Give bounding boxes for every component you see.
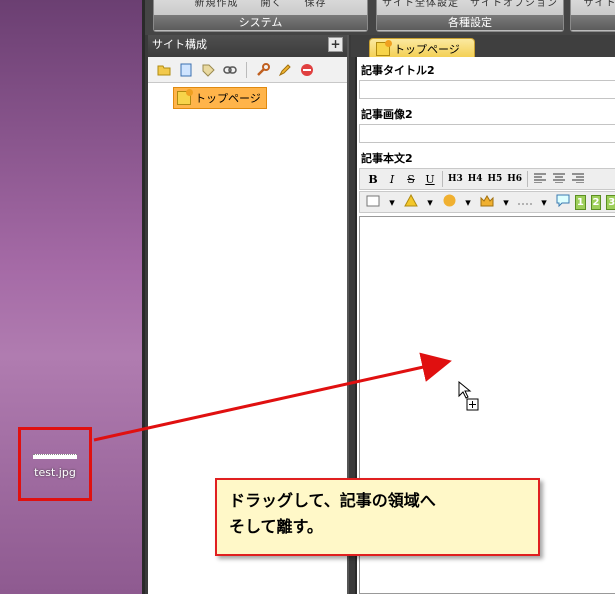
delete-icon[interactable] [299,62,315,78]
add-page-button[interactable]: + [328,37,343,52]
link-icon[interactable] [222,62,238,78]
ribbon-group-site-buttons[interactable]: サイト [571,0,615,9]
pencil-icon[interactable] [277,62,293,78]
bold-button[interactable]: B [366,173,380,186]
tag-icon[interactable] [200,62,216,78]
tab-strip: トップページ [351,35,615,58]
chevron-down-icon[interactable]: ▾ [423,196,437,209]
file-highlight-box[interactable]: test.jpg [18,427,92,501]
field-label-body: 記事本文2 [361,152,413,165]
ribbon-group-settings-buttons[interactable]: サイト全体設定 サイトオプション [377,0,563,9]
page-folder-icon [376,39,392,56]
number-2-button[interactable]: 2 [590,194,602,210]
heading5-button[interactable]: H5 [488,174,503,184]
number-1-button[interactable]: 1 [575,194,586,210]
ribbon-group-site: サイト [570,0,615,32]
site-panel-header: サイト構成 + [148,35,347,57]
dotted-line-icon[interactable] [518,196,534,209]
strikethrough-button[interactable]: S [404,173,418,186]
ribbon-group-system-buttons[interactable]: 新規作成 開く 保存 [154,0,367,9]
align-left-icon[interactable] [533,173,547,186]
site-panel-title: サイト構成 [152,38,207,51]
heading4-button[interactable]: H4 [468,174,483,184]
ribbon-group-site-label [571,15,615,30]
callout-line-2: そして離す。 [229,517,323,536]
tree-item-top-page[interactable]: トップページ [173,87,267,109]
image-file-icon[interactable] [33,454,77,459]
wrench-icon[interactable] [255,62,271,78]
align-center-icon[interactable] [552,173,566,186]
article-title-input[interactable] [359,80,615,99]
toolbar-separator [442,171,443,187]
ribbon: 新規作成 開く 保存 システム サイト全体設定 サイトオプション 各種設定 サイ… [145,0,615,35]
ribbon-group-system: 新規作成 開く 保存 システム [153,0,368,32]
tab-top-page[interactable]: トップページ [369,38,475,58]
ribbon-group-system-label: システム [154,15,367,30]
drag-cursor-icon [458,380,480,411]
speech-bubble-icon[interactable] [556,194,570,210]
italic-button[interactable]: I [385,173,399,186]
instruction-callout: ドラッグして、記事の領域へ そして離す。 [215,478,540,556]
file-name-label[interactable]: test.jpg [21,466,89,479]
underline-button[interactable]: U [423,173,437,186]
crown-icon[interactable] [480,194,494,210]
field-label-image: 記事画像2 [361,108,413,121]
desktop: test.jpg [0,0,142,594]
tree-item-label: トップページ [195,92,261,105]
ribbon-group-settings-label: 各種設定 [377,15,563,30]
box-icon[interactable] [366,195,380,210]
ribbon-group-settings: サイト全体設定 サイトオプション 各種設定 [376,0,564,32]
number-3-button[interactable]: 3 [606,194,615,210]
page-folder-icon [177,89,193,105]
warning-icon[interactable] [404,193,418,210]
tab-label: トップページ [394,42,460,56]
folder-icon[interactable] [156,62,172,78]
toolbar-separator [246,61,247,78]
article-image-input[interactable] [359,124,615,143]
field-label-title: 記事タイトル2 [361,64,435,77]
heading3-button[interactable]: H3 [448,174,463,184]
heading6-button[interactable]: H6 [507,174,522,184]
site-toolbar [148,57,347,83]
callout-line-1: ドラッグして、記事の領域へ [229,491,436,510]
align-right-icon[interactable] [571,173,585,186]
rich-text-toolbar-1: B I S U H3 H4 H5 H6 [359,168,615,190]
emoji-icon[interactable] [442,194,456,210]
rich-text-toolbar-2: ▾ ▾ ▾ ▾ ▾ 1 2 3 [359,191,615,213]
page-icon[interactable] [178,62,194,78]
chevron-down-icon[interactable]: ▾ [499,196,513,209]
chevron-down-icon[interactable]: ▾ [385,196,399,209]
chevron-down-icon[interactable]: ▾ [537,196,551,209]
toolbar-separator [527,171,529,187]
chevron-down-icon[interactable]: ▾ [461,196,475,209]
